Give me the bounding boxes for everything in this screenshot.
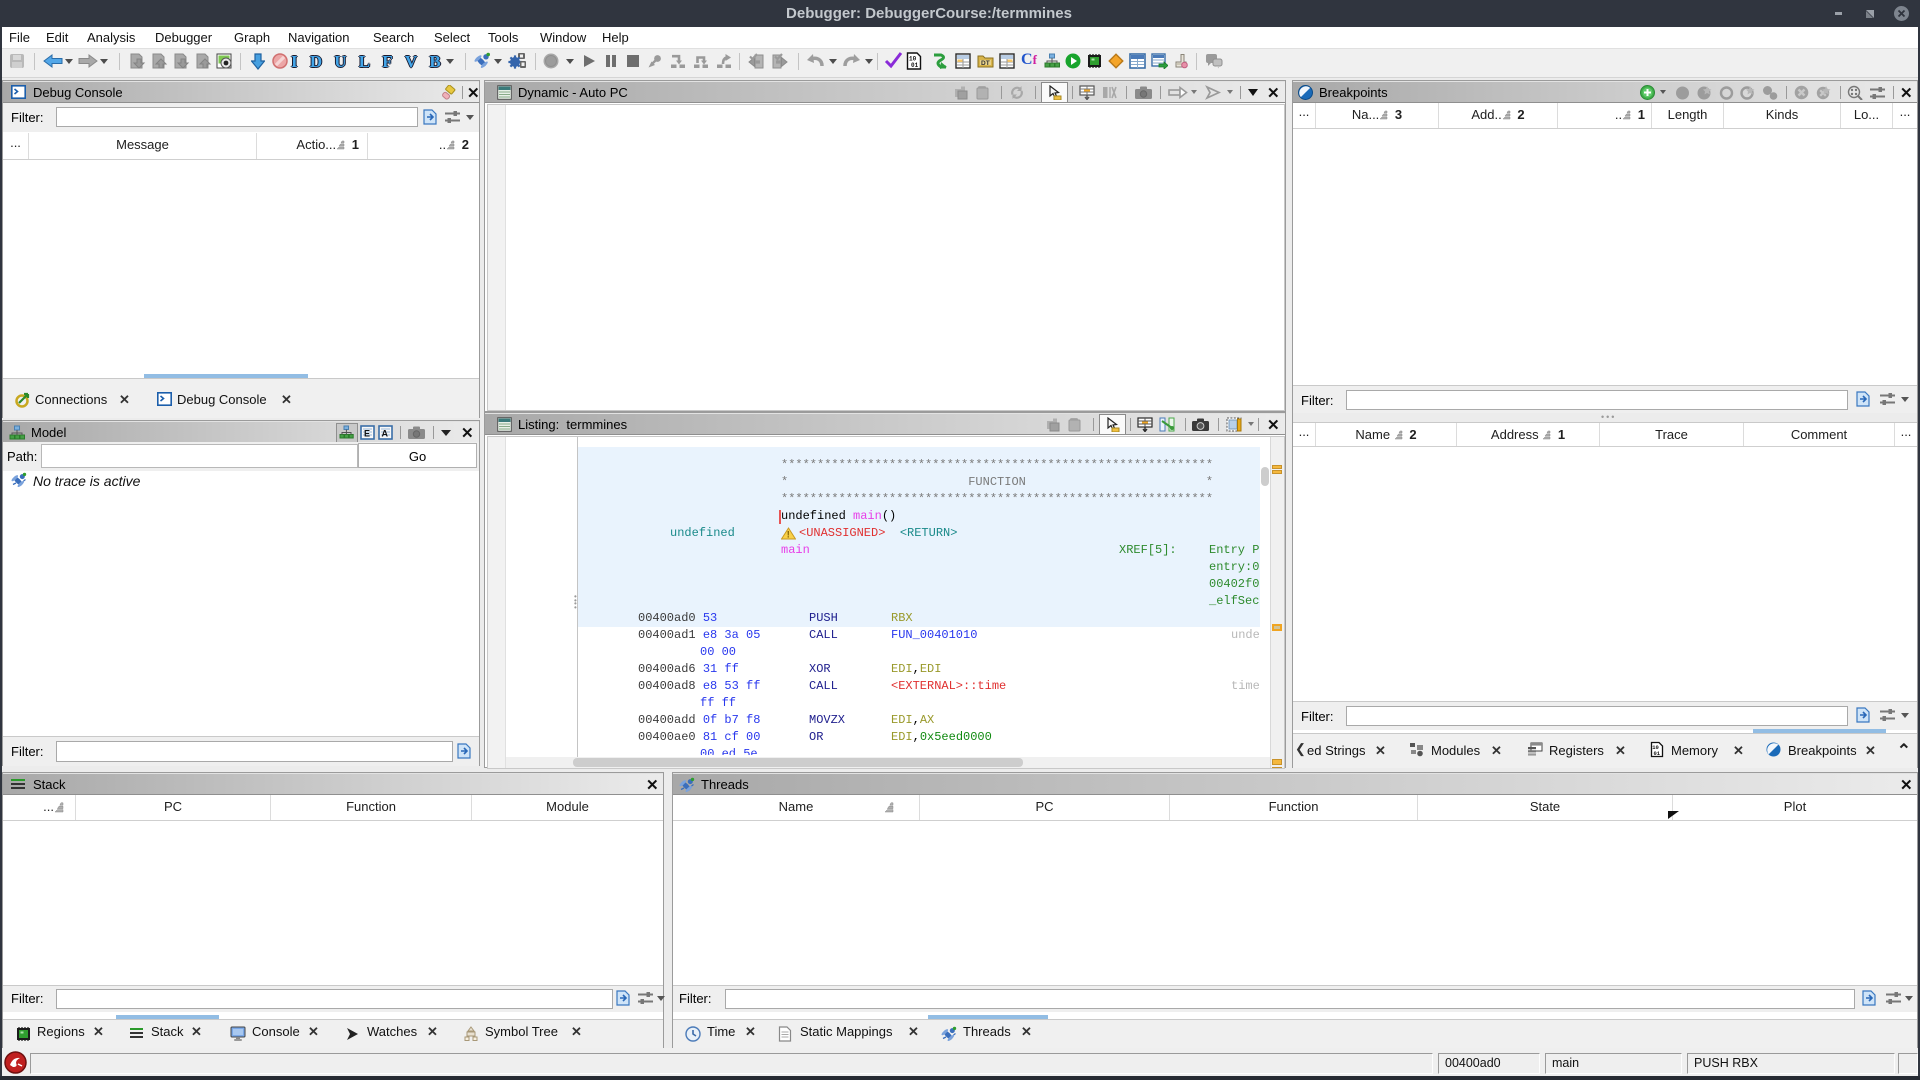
svg-text:01: 01 [1654, 750, 1661, 757]
svg-text:!: ! [787, 530, 790, 540]
svg-text:A: A [382, 429, 389, 439]
svg-text:E: E [364, 429, 370, 439]
svg-text:DT: DT [981, 60, 990, 67]
svg-text:01: 01 [911, 62, 919, 69]
